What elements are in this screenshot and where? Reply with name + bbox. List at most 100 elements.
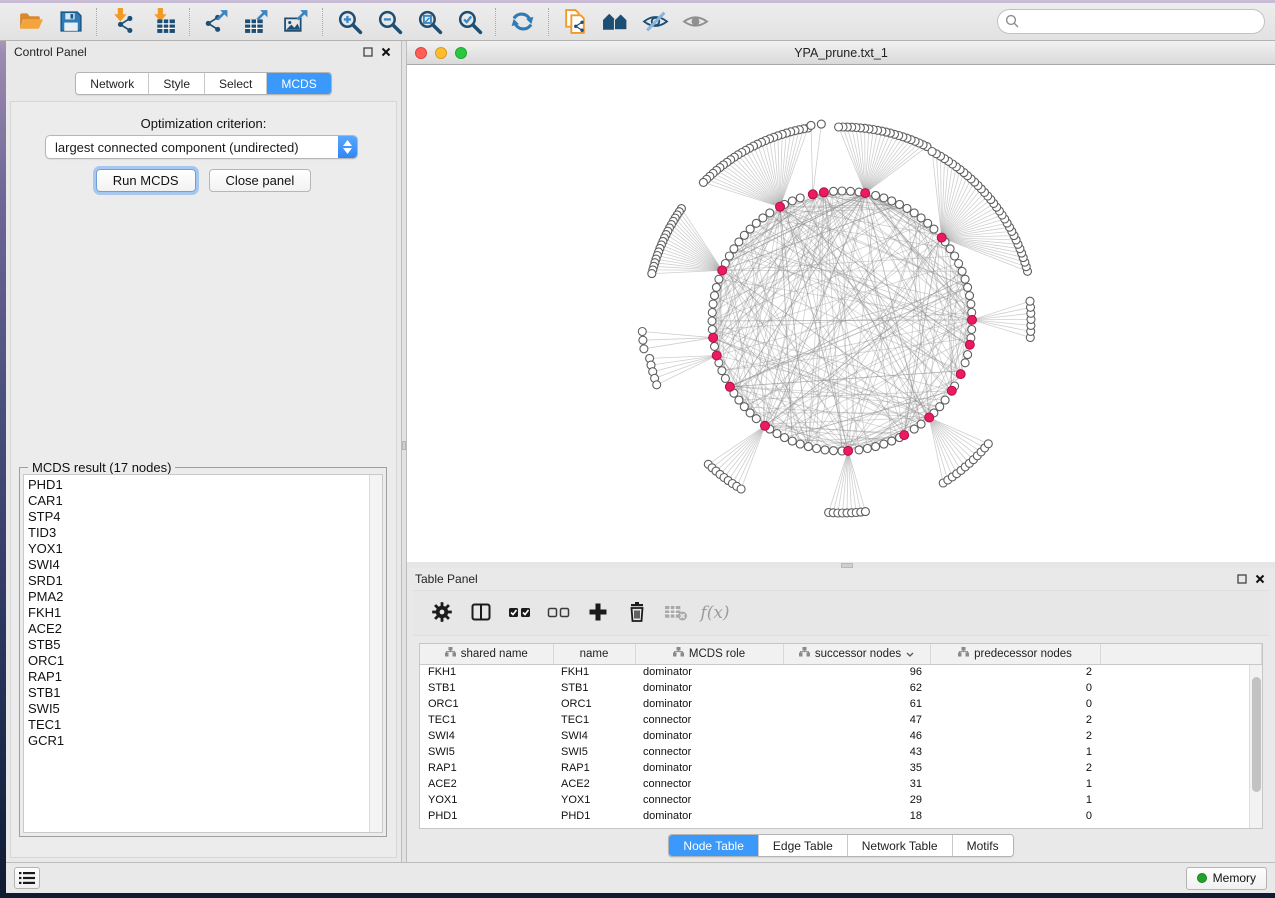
- network-node[interactable]: [708, 317, 716, 325]
- mcds-result-item[interactable]: STP4: [28, 509, 366, 525]
- network-node[interactable]: [936, 403, 944, 411]
- network-node[interactable]: [715, 275, 723, 283]
- network-node[interactable]: [796, 440, 804, 448]
- network-node[interactable]: [880, 194, 888, 202]
- mcds-node[interactable]: [709, 333, 718, 342]
- import-network-button[interactable]: [103, 6, 143, 38]
- table-row[interactable]: ORC1 ORC1 dominator 61 0: [420, 696, 1262, 712]
- tab-motifs[interactable]: Motifs: [953, 835, 1013, 856]
- table-options-gear-button[interactable]: [427, 598, 457, 628]
- table-row[interactable]: ACE2 ACE2 connector 31 1: [420, 776, 1262, 792]
- mcds-result-item[interactable]: CAR1: [28, 493, 366, 509]
- network-node[interactable]: [967, 300, 975, 308]
- mcds-result-item[interactable]: SWI4: [28, 557, 366, 573]
- network-node[interactable]: [955, 260, 963, 268]
- network-node[interactable]: [910, 209, 918, 217]
- clone-network-button[interactable]: [555, 6, 595, 38]
- mcds-result-item[interactable]: TID3: [28, 525, 366, 541]
- mcds-node[interactable]: [712, 351, 721, 360]
- network-node[interactable]: [863, 445, 871, 453]
- zoom-fit-button[interactable]: [409, 6, 449, 38]
- network-node[interactable]: [653, 381, 661, 389]
- network-node[interactable]: [984, 440, 992, 448]
- network-node[interactable]: [759, 214, 767, 222]
- network-node[interactable]: [721, 375, 729, 383]
- network-node[interactable]: [712, 283, 720, 291]
- network-node[interactable]: [648, 270, 656, 278]
- network-node[interactable]: [735, 396, 743, 404]
- column-header-name[interactable]: name: [553, 644, 635, 664]
- deselect-all-rows-button[interactable]: [544, 598, 574, 628]
- network-node[interactable]: [917, 214, 925, 222]
- network-node[interactable]: [888, 197, 896, 205]
- import-table-button[interactable]: [143, 6, 183, 38]
- network-node[interactable]: [830, 447, 838, 455]
- network-node[interactable]: [830, 187, 838, 195]
- mcds-result-item[interactable]: STB1: [28, 685, 366, 701]
- network-node[interactable]: [861, 508, 869, 516]
- run-mcds-button[interactable]: Run MCDS: [96, 169, 196, 192]
- mcds-result-item[interactable]: ACE2: [28, 621, 366, 637]
- network-node[interactable]: [640, 345, 648, 353]
- first-neighbors-button[interactable]: [595, 6, 635, 38]
- network-node[interactable]: [1026, 297, 1034, 305]
- tab-node-table[interactable]: Node Table: [669, 835, 759, 856]
- network-node[interactable]: [807, 121, 815, 129]
- export-network-button[interactable]: [196, 6, 236, 38]
- mcds-node[interactable]: [947, 386, 956, 395]
- mcds-result-item[interactable]: ORC1: [28, 653, 366, 669]
- network-node[interactable]: [766, 209, 774, 217]
- network-node[interactable]: [804, 443, 812, 451]
- network-node[interactable]: [725, 252, 733, 260]
- network-node[interactable]: [880, 440, 888, 448]
- tab-network[interactable]: Network: [76, 73, 149, 94]
- select-all-rows-button[interactable]: [505, 598, 535, 628]
- network-node[interactable]: [711, 292, 719, 300]
- zoom-selected-button[interactable]: [449, 6, 489, 38]
- save-session-button[interactable]: [50, 6, 90, 38]
- float-panel-icon[interactable]: [1235, 572, 1249, 586]
- mcds-node[interactable]: [900, 431, 909, 440]
- scrollbar-thumb[interactable]: [1252, 677, 1261, 792]
- table-scrollbar[interactable]: [1249, 665, 1262, 828]
- close-panel-icon[interactable]: [1253, 572, 1267, 586]
- network-node[interactable]: [730, 245, 738, 253]
- export-image-button[interactable]: [276, 6, 316, 38]
- optimization-criterion-select[interactable]: largest connected component (undirected): [45, 135, 358, 159]
- network-node[interactable]: [639, 336, 647, 344]
- mcds-result-item[interactable]: PHD1: [28, 477, 366, 493]
- table-row[interactable]: RAP1 RAP1 dominator 35 2: [420, 760, 1262, 776]
- mcds-node[interactable]: [968, 315, 977, 324]
- mcds-node[interactable]: [861, 189, 870, 198]
- close-panel-button[interactable]: Close panel: [209, 169, 312, 192]
- result-list-scrollbar[interactable]: [369, 475, 382, 832]
- column-header-successor-nodes[interactable]: successor nodes: [783, 644, 930, 664]
- network-node[interactable]: [872, 443, 880, 451]
- mcds-node[interactable]: [761, 421, 770, 430]
- table-row[interactable]: FKH1 FKH1 dominator 96 2: [420, 664, 1262, 680]
- mcds-result-item[interactable]: STB5: [28, 637, 366, 653]
- show-all-button[interactable]: [675, 6, 715, 38]
- network-node[interactable]: [903, 204, 911, 212]
- mcds-result-item[interactable]: SWI5: [28, 701, 366, 717]
- network-node[interactable]: [708, 309, 716, 317]
- network-node[interactable]: [773, 430, 781, 438]
- mcds-result-item[interactable]: YOX1: [28, 541, 366, 557]
- mcds-node[interactable]: [725, 382, 734, 391]
- table-row[interactable]: SWI5 SWI5 connector 43 1: [420, 744, 1262, 760]
- mcds-result-list[interactable]: PHD1CAR1STP4TID3YOX1SWI4SRD1PMA2FKH1ACE2…: [23, 474, 383, 833]
- network-node[interactable]: [966, 292, 974, 300]
- column-header-shared-name[interactable]: shared name: [420, 644, 553, 664]
- network-node[interactable]: [813, 445, 821, 453]
- column-header-MCDS-role[interactable]: MCDS role: [635, 644, 783, 664]
- delete-column-button[interactable]: [622, 598, 652, 628]
- tab-select[interactable]: Select: [205, 73, 267, 94]
- mcds-result-item[interactable]: TEC1: [28, 717, 366, 733]
- table-row[interactable]: TEC1 TEC1 connector 47 2: [420, 712, 1262, 728]
- network-node[interactable]: [740, 231, 748, 239]
- network-node[interactable]: [872, 191, 880, 199]
- network-node[interactable]: [910, 425, 918, 433]
- network-node[interactable]: [924, 219, 932, 227]
- mcds-result-item[interactable]: PMA2: [28, 589, 366, 605]
- network-node[interactable]: [968, 326, 976, 334]
